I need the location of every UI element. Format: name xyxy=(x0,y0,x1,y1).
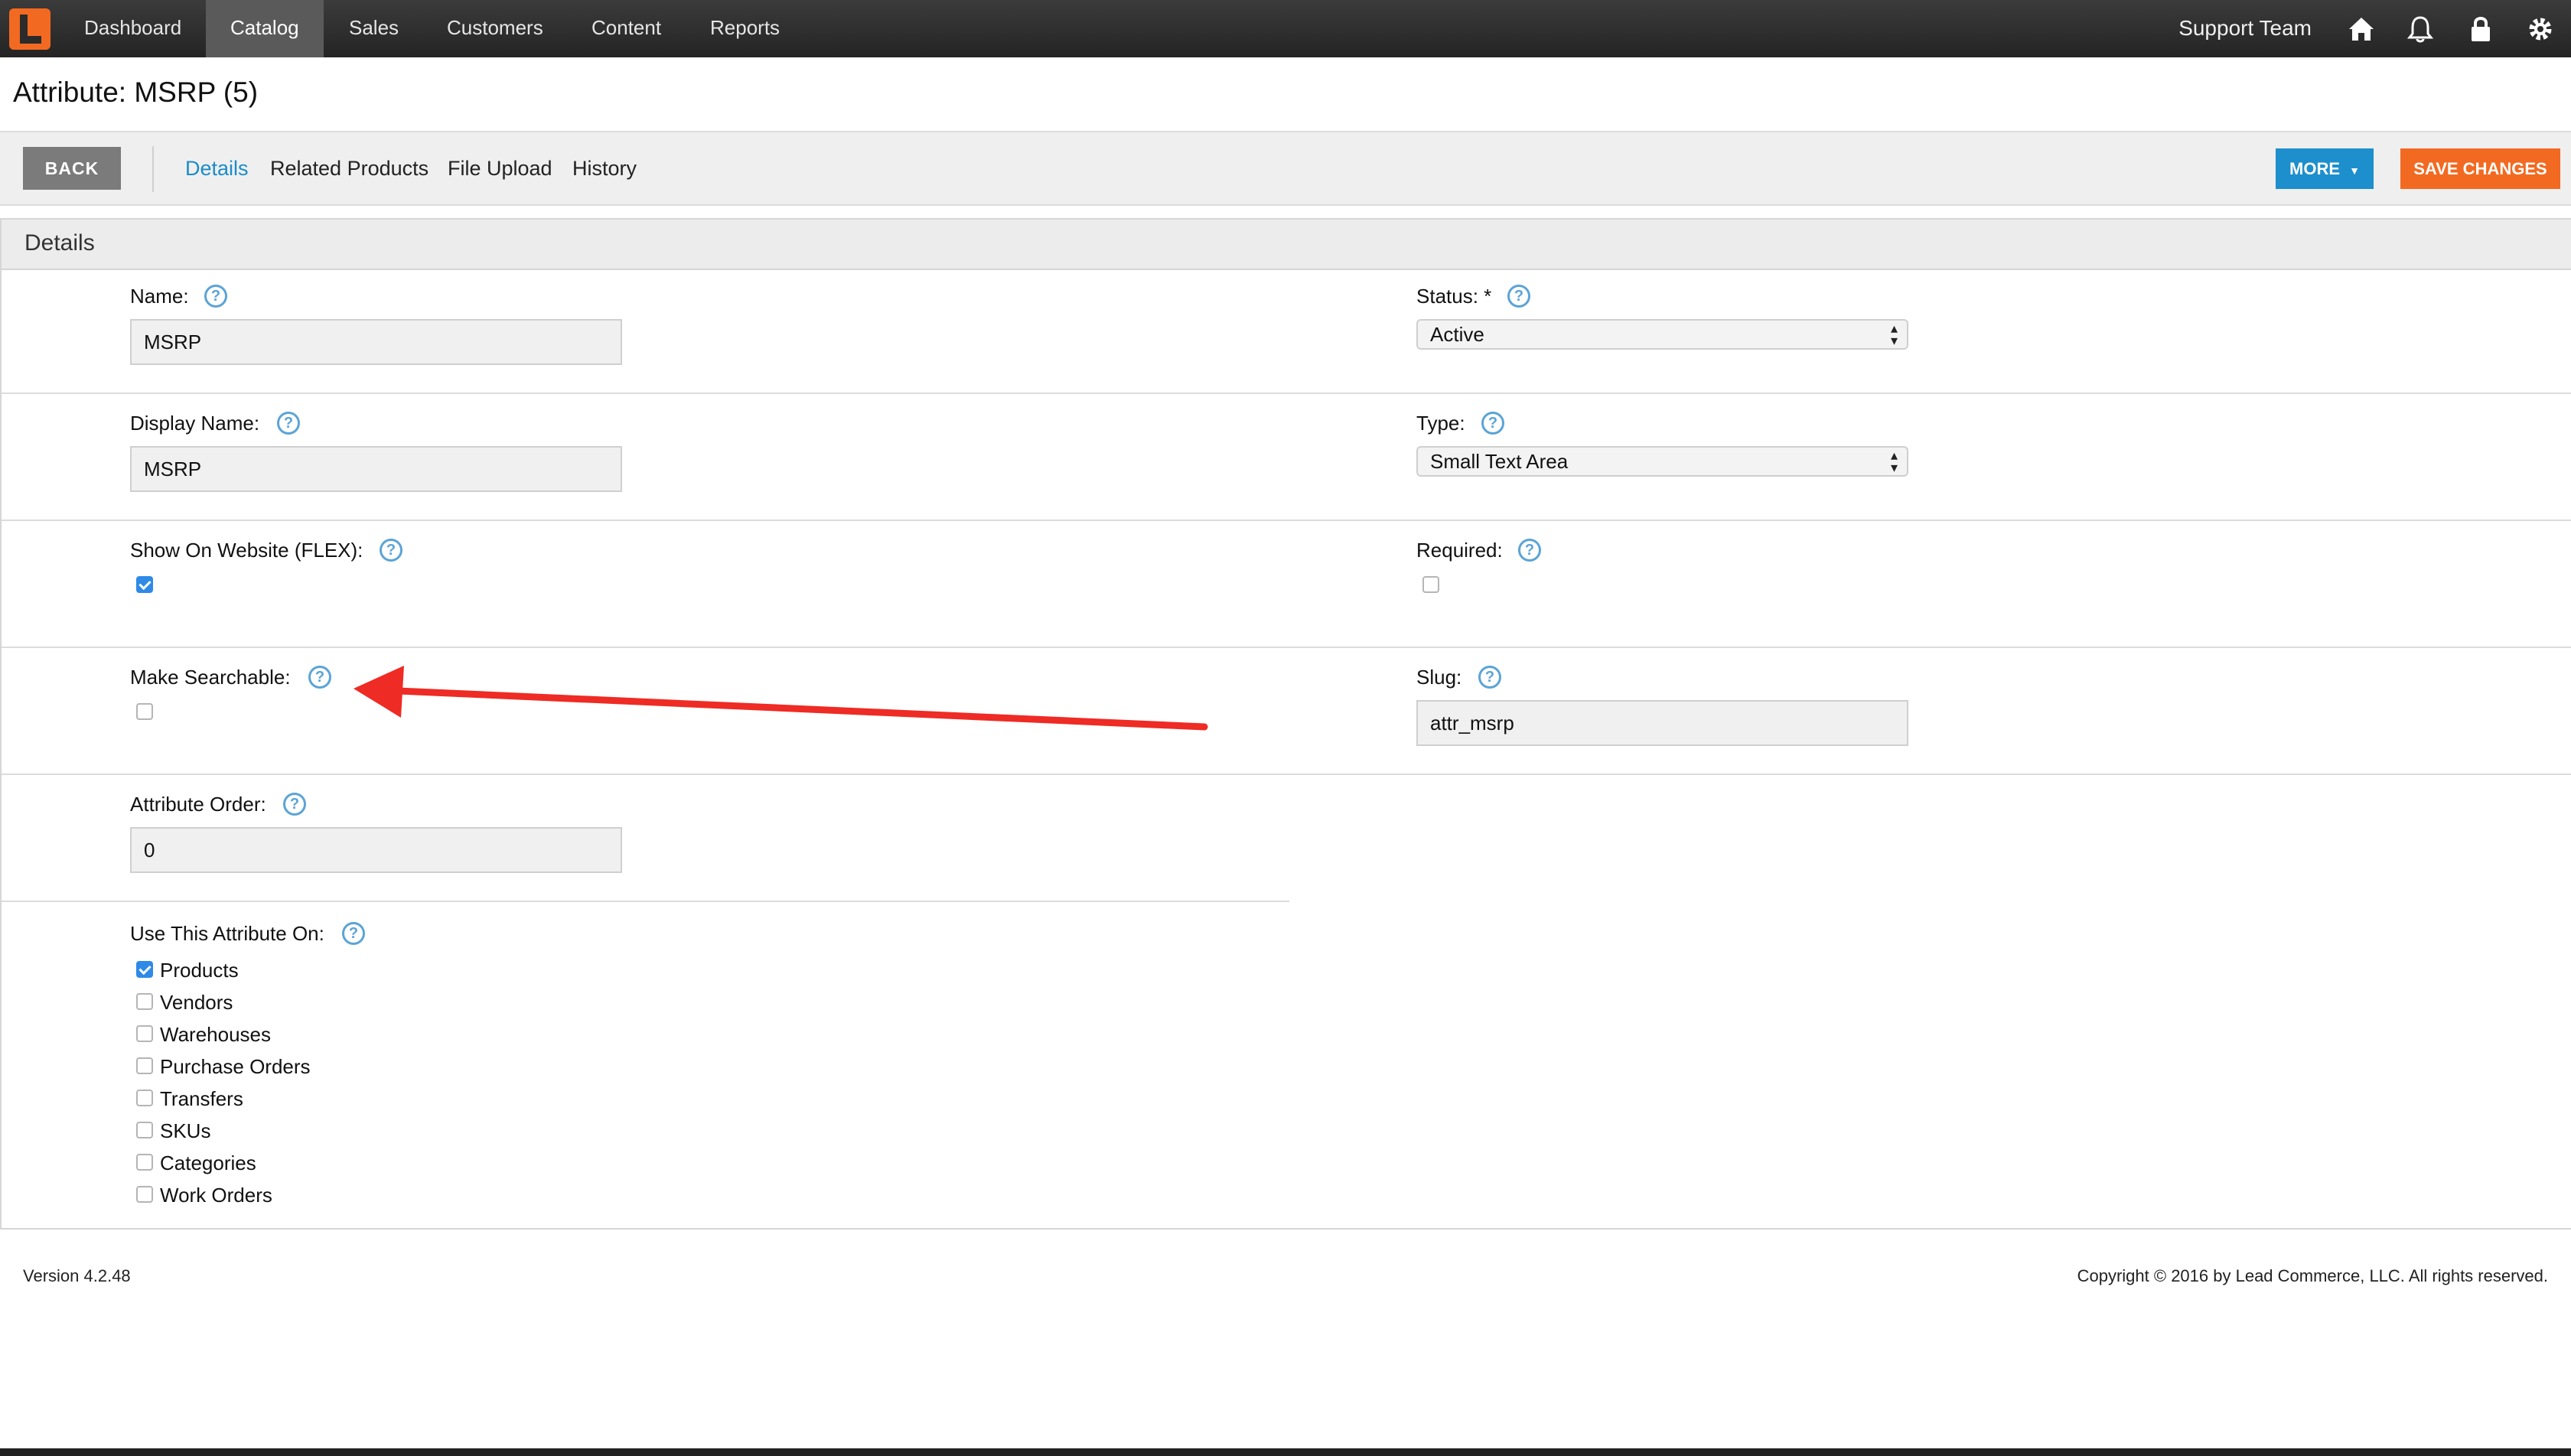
bottom-edge xyxy=(0,1448,2571,1456)
annotation-arrow xyxy=(354,666,1208,731)
copyright-text: Copyright © 2016 by Lead Commerce, LLC. … xyxy=(2077,1266,2548,1285)
version-text: Version 4.2.48 xyxy=(23,1266,131,1285)
